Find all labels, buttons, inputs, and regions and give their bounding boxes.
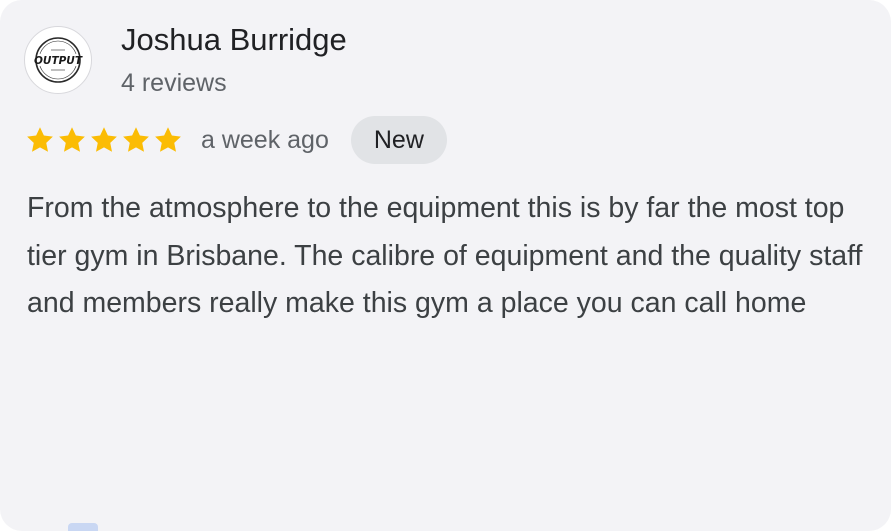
review-text: From the atmosphere to the equipment thi…	[27, 192, 863, 319]
star-icon	[155, 127, 181, 152]
reviewer-avatar[interactable]: OUTPUT	[24, 26, 92, 94]
star-icon	[123, 127, 149, 152]
rating-row: a week ago New	[25, 116, 447, 164]
reviewer-name[interactable]: Joshua Burridge	[121, 21, 347, 59]
review-card: OUTPUT Joshua Burridge 4 reviews a week …	[0, 0, 891, 531]
output-gym-logo-icon: OUTPUT	[34, 37, 83, 83]
new-badge: New	[350, 116, 447, 164]
review-date: a week ago	[201, 126, 329, 154]
star-icon	[27, 127, 53, 152]
reviewer-review-count[interactable]: 4 reviews	[121, 67, 227, 99]
star-rating	[25, 125, 183, 155]
star-icon	[59, 127, 85, 152]
partial-thumbnail	[68, 523, 98, 531]
star-icon	[91, 127, 117, 152]
avatar-logo-text: OUTPUT	[34, 55, 83, 67]
